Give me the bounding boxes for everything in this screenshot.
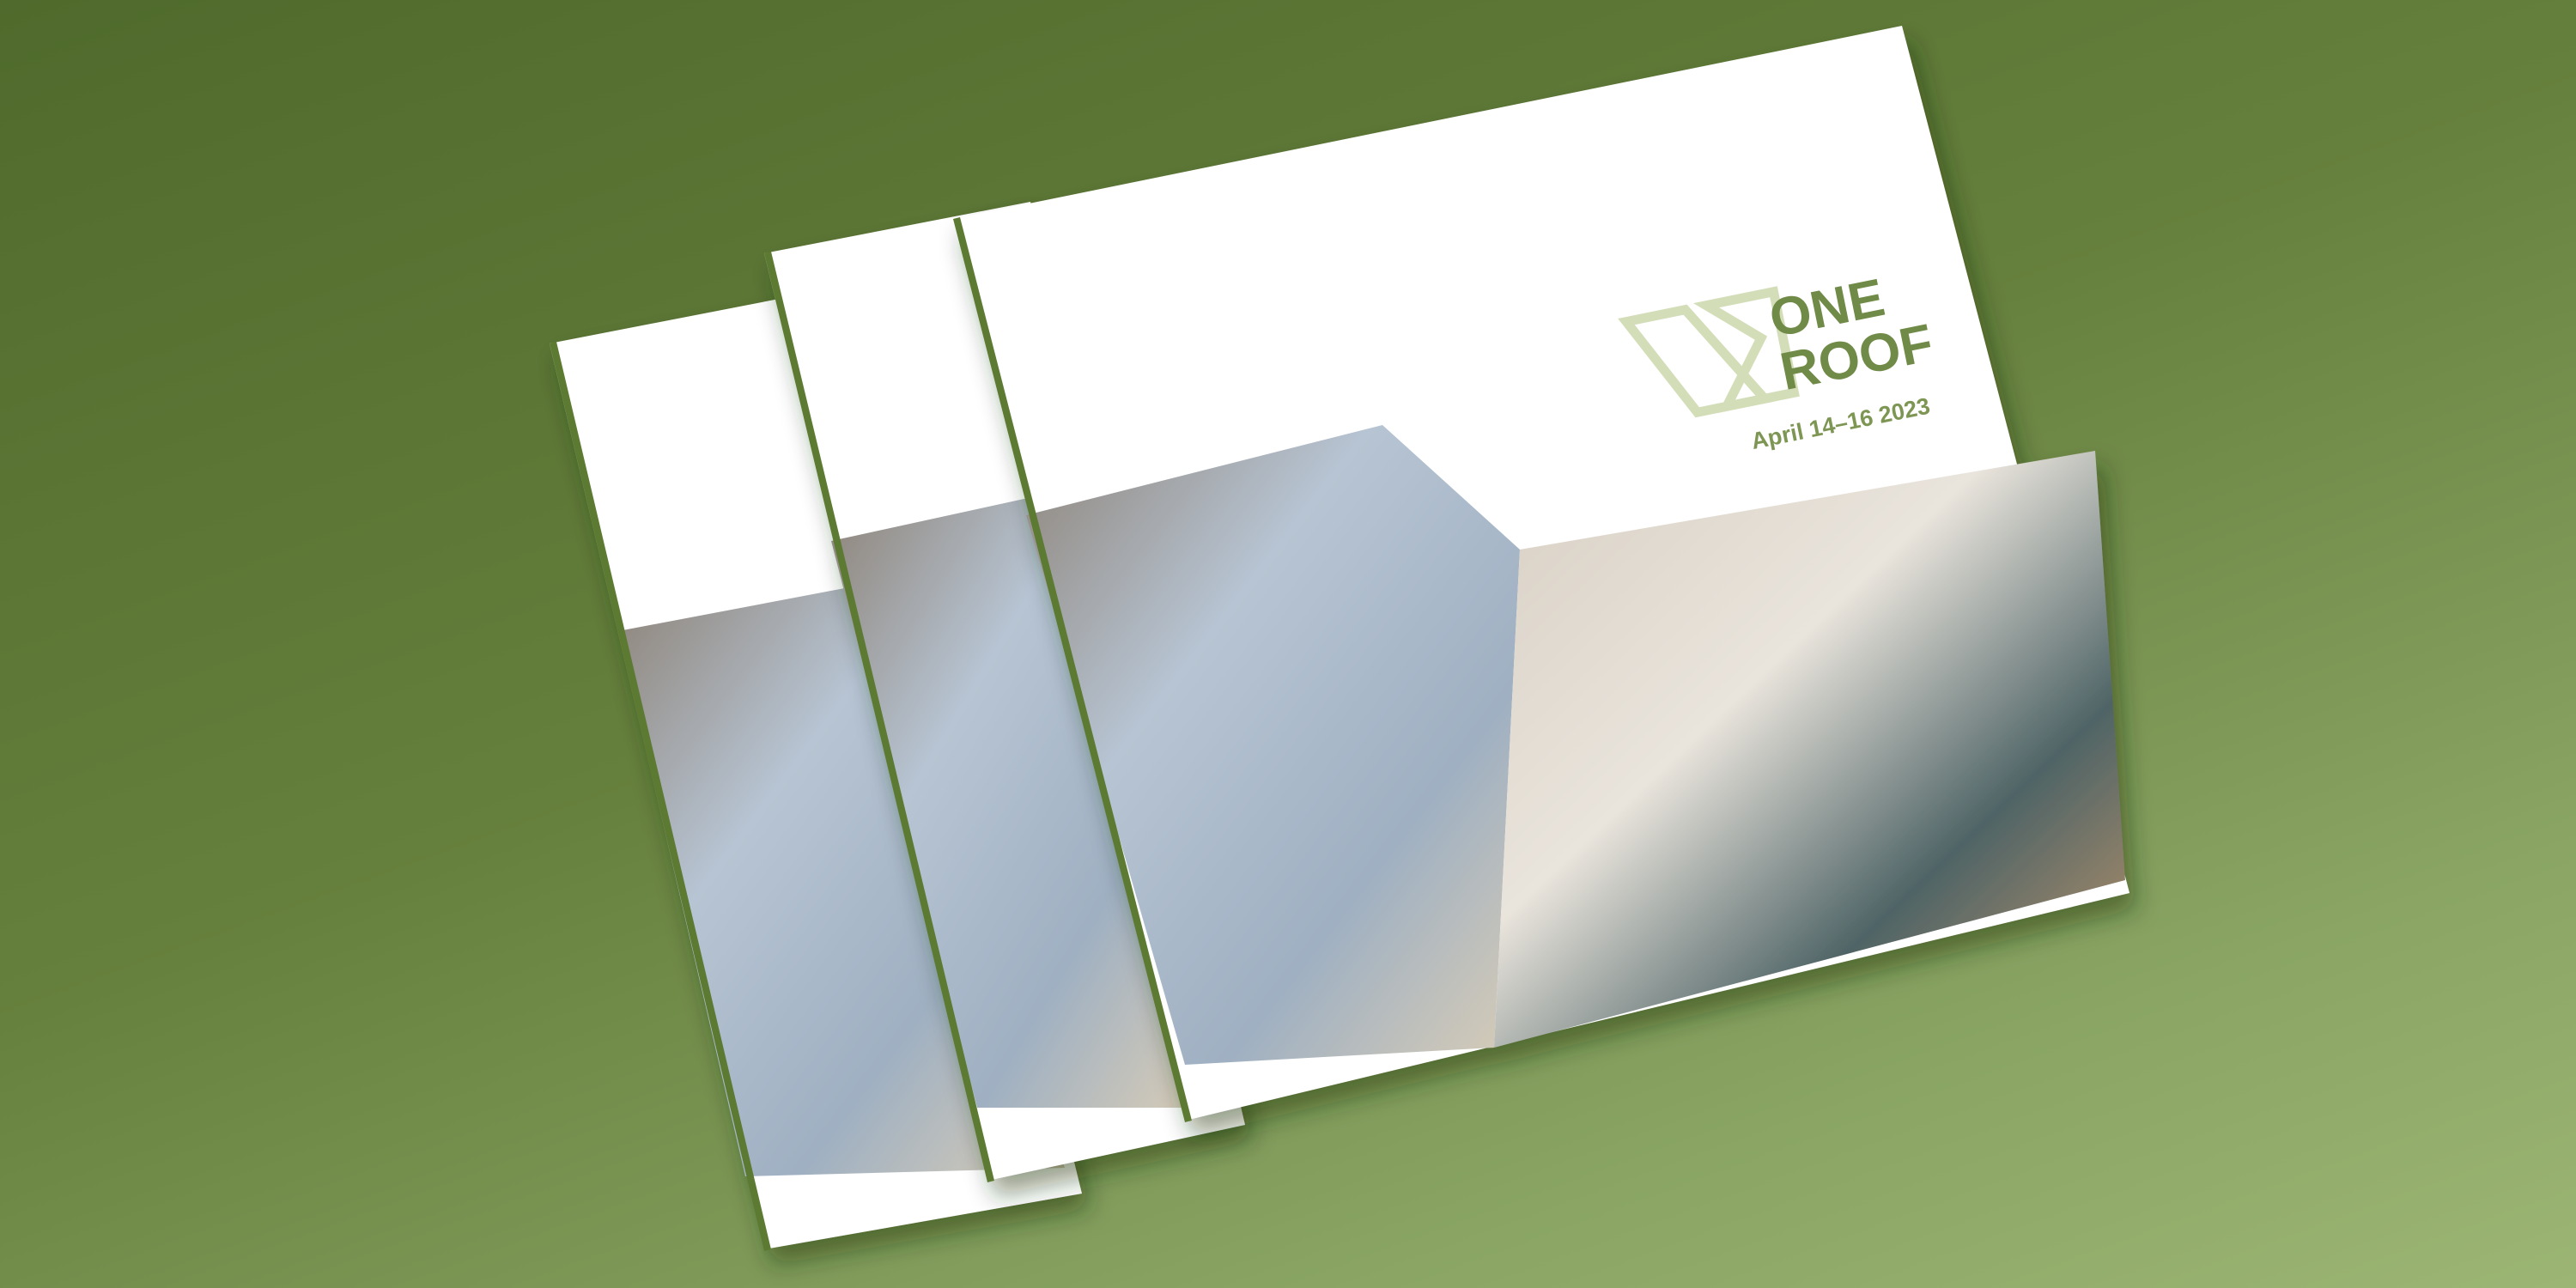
brochure-mockup-scene: ONE ROOF April 14–16 2023 (550, 26, 2129, 1251)
brochure-front-photo-stairlift (1494, 451, 2125, 1048)
